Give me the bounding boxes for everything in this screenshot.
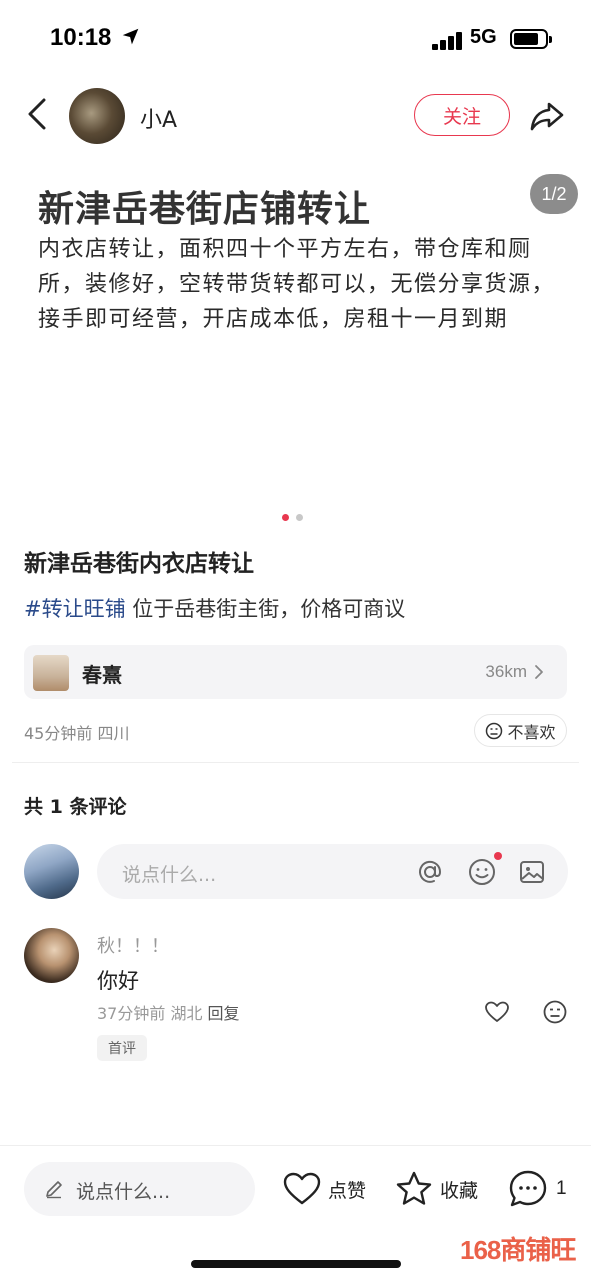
heart-icon[interactable]: [484, 1000, 510, 1024]
comment-input-placeholder: 说点什么...: [122, 864, 217, 886]
comment-time-location: 37分钟前 湖北: [97, 1004, 203, 1023]
collect-label: 收藏: [440, 1179, 479, 1202]
heart-icon: [283, 1172, 321, 1205]
image-icon[interactable]: [518, 858, 546, 886]
collect-button[interactable]: 收藏: [394, 1166, 478, 1212]
store-name: 春熹: [82, 663, 122, 687]
post-meta: 45分钟前 四川: [24, 724, 130, 743]
signal-icon: [432, 30, 464, 50]
commenter-name[interactable]: 秋！！！: [97, 932, 169, 958]
post-description: #转让旺铺 位于岳巷街主街，价格可商议: [24, 593, 405, 623]
comment-button[interactable]: 1: [508, 1166, 567, 1212]
meh-face-icon[interactable]: [542, 999, 568, 1025]
location-arrow-icon: [122, 28, 139, 45]
bottom-comment-input[interactable]: 说点什么...: [24, 1162, 255, 1216]
home-indicator[interactable]: [191, 1260, 401, 1268]
network-type: 5G: [470, 26, 497, 48]
battery-icon: [510, 29, 552, 49]
status-time: 10:18: [50, 24, 112, 51]
back-icon[interactable]: [22, 94, 56, 134]
first-comment-badge: 首评: [97, 1035, 147, 1061]
like-label: 点赞: [328, 1179, 367, 1202]
pencil-icon: [46, 1181, 62, 1199]
bottom-input-placeholder: 说点什么...: [76, 1181, 171, 1203]
store-distance: 36km: [485, 662, 527, 681]
card-title: 新津岳巷街店铺转让: [38, 189, 372, 230]
my-avatar: [24, 844, 79, 899]
notification-dot: [494, 852, 502, 860]
hashtag-link[interactable]: #转让旺铺: [24, 597, 126, 621]
bottom-divider: [0, 1145, 591, 1146]
card-body: 内衣店转让，面积四十个平方左右，带仓库和厕所，装修好，空转带货转都可以，无偿分享…: [38, 237, 556, 332]
comment-text: 你好: [97, 969, 139, 993]
carousel-dot[interactable]: [296, 514, 303, 521]
like-button[interactable]: 点赞: [282, 1166, 366, 1212]
star-icon: [396, 1171, 432, 1205]
author-name[interactable]: 小A: [140, 102, 177, 134]
commenter-avatar[interactable]: [24, 928, 79, 983]
comment-meta: 37分钟前 湖北 回复: [97, 1000, 240, 1024]
reply-button[interactable]: 回复: [208, 1004, 240, 1023]
meh-face-icon: [486, 722, 503, 739]
post-title: 新津岳巷街内衣店转让: [24, 551, 254, 577]
watermark-logo: 168商铺旺: [460, 1235, 576, 1265]
at-mention-icon[interactable]: [415, 857, 445, 887]
comment-bubble-icon: [509, 1170, 547, 1207]
follow-button[interactable]: 关注: [414, 94, 510, 136]
status-bar: 10:18 5G: [0, 0, 591, 80]
emoji-icon[interactable]: [467, 857, 497, 887]
image-page-counter: 1/2: [530, 174, 578, 214]
comment-input[interactable]: 说点什么...: [97, 844, 568, 899]
carousel-dot-active: [282, 514, 289, 521]
divider: [12, 762, 579, 763]
store-thumbnail: [33, 655, 69, 691]
dislike-label: 不喜欢: [507, 722, 556, 742]
post-description-text: 位于岳巷街主街，价格可商议: [125, 597, 406, 621]
dislike-button[interactable]: 不喜欢: [474, 714, 567, 747]
comment-count: 共 1 条评论: [24, 796, 127, 818]
location-card[interactable]: 春熹 36km: [24, 645, 567, 699]
share-icon[interactable]: [528, 96, 566, 134]
author-avatar[interactable]: [69, 88, 125, 144]
chevron-right-icon: [535, 665, 543, 679]
carousel-indicator: [282, 514, 306, 522]
comment-count-badge: 1: [556, 1178, 567, 1199]
